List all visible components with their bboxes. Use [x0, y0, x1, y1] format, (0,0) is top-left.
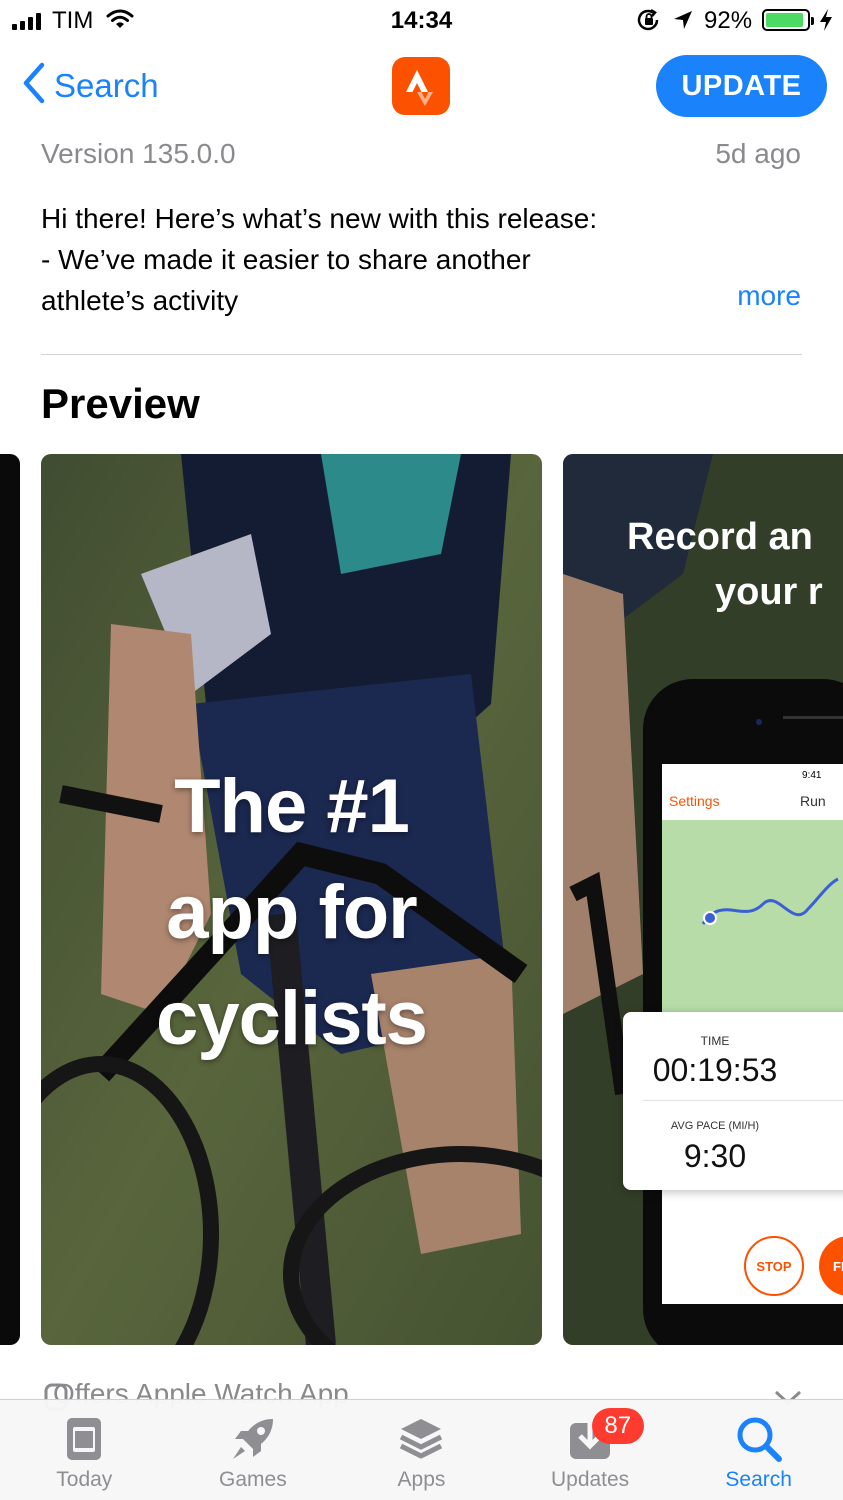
charging-bolt-icon — [818, 8, 834, 37]
more-link[interactable]: more — [737, 280, 801, 312]
search-icon — [735, 1412, 783, 1466]
battery-icon — [762, 9, 814, 31]
layers-icon — [397, 1412, 445, 1466]
strava-logo-icon — [392, 57, 450, 115]
rocket-icon — [229, 1412, 277, 1466]
update-button[interactable]: UPDATE — [656, 55, 827, 117]
tab-label: Updates — [550, 1468, 630, 1491]
battery-level — [766, 13, 803, 27]
tab-label: Games — [219, 1468, 287, 1491]
screenshot-headline: The #1 app for cyclists — [41, 754, 542, 1072]
phone-status-time: 9:41 — [802, 770, 822, 781]
version-number: Version 135.0.0 — [41, 138, 236, 169]
tab-apps[interactable]: Apps — [337, 1400, 506, 1500]
chevron-left-icon — [22, 62, 46, 109]
location-arrow-icon — [672, 9, 694, 36]
screenshot-headline: your r — [715, 571, 823, 613]
release-notes-line: athlete’s activity — [41, 285, 239, 316]
time-value: 00:19:53 — [652, 1052, 778, 1088]
screenshot-headline: Record an — [627, 516, 813, 558]
phone-settings-label: Settings — [669, 793, 720, 809]
headline-line: app for — [166, 870, 418, 955]
preview-heading: Preview — [41, 380, 200, 427]
status-bar: TIM 14:34 92% — [0, 0, 843, 44]
pace-label: AVG PACE (MI/H) — [670, 1120, 760, 1132]
tab-label: Apps — [397, 1468, 446, 1491]
tab-games[interactable]: Games — [169, 1400, 338, 1500]
headline-line: cyclists — [156, 976, 428, 1061]
phone-run-label: Run — [800, 793, 826, 809]
preview-screenshot-record[interactable]: Record an your r 9:41 Settings Run TIME … — [563, 454, 843, 1345]
today-icon — [64, 1412, 104, 1466]
back-button-label: Search — [54, 66, 159, 104]
stop-button: STOP — [744, 1236, 804, 1296]
tab-bar: Today Games Apps Updates 87 Search — [0, 1399, 843, 1500]
tab-today[interactable]: Today — [0, 1400, 169, 1500]
stats-card: TIME 00:19:53 AVG PACE (MI/H) 9:30 — [623, 1012, 843, 1190]
update-date: 5d ago — [715, 138, 801, 169]
release-notes-line: - We’ve made it easier to share another — [41, 244, 531, 275]
back-button[interactable]: Search — [22, 62, 159, 109]
updates-badge: 87 — [591, 1408, 644, 1444]
battery-percent: 92% — [704, 7, 753, 34]
rotation-lock-icon — [636, 8, 662, 37]
preview-screenshot-cyclists[interactable]: The #1 app for cyclists — [41, 454, 542, 1345]
tab-search[interactable]: Search — [674, 1400, 843, 1500]
previous-screenshot-edge[interactable] — [0, 454, 20, 1345]
tab-label: Search — [725, 1468, 792, 1491]
divider — [41, 354, 802, 355]
tab-updates[interactable]: Updates 87 — [506, 1400, 675, 1500]
time-label: TIME — [700, 1034, 730, 1048]
tab-label: Today — [56, 1468, 113, 1491]
release-notes-line: Hi there! Here’s what’s new with this re… — [41, 203, 598, 234]
release-notes: Hi there! Here’s what’s new with this re… — [41, 198, 731, 321]
headline-line: The #1 — [174, 764, 410, 849]
pace-value: 9:30 — [683, 1138, 747, 1174]
